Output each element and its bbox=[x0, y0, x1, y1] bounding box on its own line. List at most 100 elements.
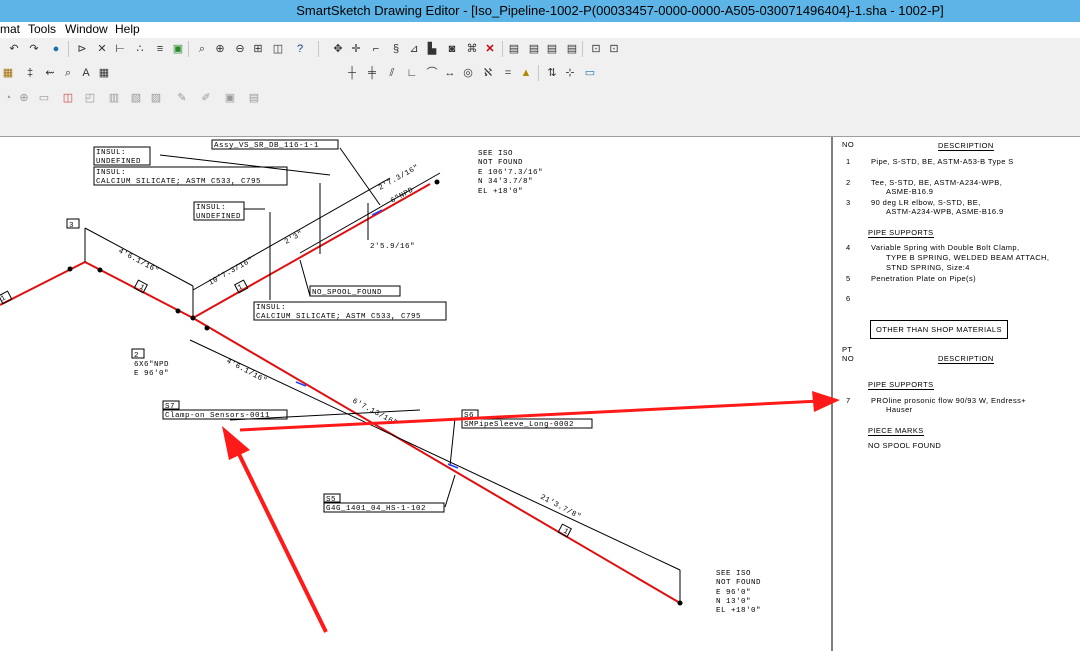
save-icon[interactable]: ▣ bbox=[222, 90, 238, 106]
svg-text:1: 1 bbox=[562, 528, 570, 537]
select-icon[interactable]: ⊳ bbox=[74, 41, 90, 57]
mirror-icon[interactable]: § bbox=[388, 41, 404, 57]
svg-text:INSUL:: INSUL: bbox=[96, 149, 126, 157]
delete-icon[interactable]: ✕ bbox=[482, 41, 498, 57]
title-bar: SmartSketch Drawing Editor - [Iso_Pipeli… bbox=[0, 0, 1080, 22]
frame-icon[interactable]: ◰ bbox=[82, 90, 98, 106]
svg-text:SEE ISO: SEE ISO bbox=[478, 150, 513, 158]
pipe-run bbox=[0, 183, 681, 604]
symbol-icon[interactable]: ℵ bbox=[480, 65, 496, 81]
line-icon[interactable]: ┼ bbox=[344, 65, 360, 81]
pen-icon[interactable]: ✎ bbox=[174, 90, 190, 106]
dim-icon[interactable]: ⊢ bbox=[112, 41, 128, 57]
svg-text:EL +18'0": EL +18'0" bbox=[716, 607, 761, 615]
split-icon[interactable]: ◫ bbox=[60, 90, 76, 106]
print-icon[interactable]: ▤ bbox=[246, 90, 262, 106]
svg-text:CALCIUM SILICATE; ASTM C533, C: CALCIUM SILICATE; ASTM C533, C795 bbox=[256, 313, 421, 321]
circle-icon[interactable]: ◔ bbox=[0, 90, 16, 106]
rotate-icon[interactable]: ✛ bbox=[348, 41, 364, 57]
no-spool-label: NO_SPOOL_FOUND bbox=[312, 289, 382, 297]
svg-text:S5: S5 bbox=[326, 496, 336, 504]
svg-text:UNDEFINED: UNDEFINED bbox=[96, 158, 141, 166]
ruler-icon[interactable]: ▦ bbox=[0, 65, 16, 81]
snap-icon[interactable]: ⊡ bbox=[588, 41, 604, 57]
help-icon[interactable]: ? bbox=[292, 41, 308, 57]
svg-text:N 34'3.7/8": N 34'3.7/8" bbox=[478, 178, 533, 186]
svg-text:3: 3 bbox=[69, 222, 74, 230]
layers-icon[interactable]: ≡ bbox=[152, 41, 168, 57]
break-icon[interactable]: ◙ bbox=[444, 41, 460, 57]
label-icon[interactable]: A bbox=[78, 65, 94, 81]
relate-icon[interactable]: ⇅ bbox=[544, 65, 560, 81]
menu-format[interactable]: mat bbox=[0, 22, 20, 36]
svg-text:NOT FOUND: NOT FOUND bbox=[716, 579, 761, 587]
arrow-icon[interactable]: ↔ bbox=[442, 65, 458, 81]
svg-text:10'7.3/16": 10'7.3/16" bbox=[208, 256, 256, 287]
parallel-icon[interactable]: ⫽ bbox=[384, 65, 400, 81]
text-icon[interactable]: ‡ bbox=[22, 65, 38, 81]
table-icon[interactable]: ▦ bbox=[96, 65, 112, 81]
angle-icon[interactable]: ∟ bbox=[404, 65, 420, 81]
menu-window[interactable]: Window bbox=[65, 22, 108, 36]
tangent-icon[interactable]: ⌒ bbox=[424, 65, 440, 81]
snap2-icon[interactable]: ⊡ bbox=[606, 41, 622, 57]
assy-label: Assy_VS_SR_DB_116-1-1 bbox=[214, 142, 319, 150]
svg-text:E 96'0": E 96'0" bbox=[716, 589, 751, 597]
copy-icon[interactable]: ⌘ bbox=[464, 41, 480, 57]
menu-bar: mat Tools Window Help bbox=[0, 22, 1080, 38]
front-icon[interactable]: ▤ bbox=[506, 41, 522, 57]
svg-text:SEE ISO: SEE ISO bbox=[716, 570, 751, 578]
svg-text:UNDEFINED: UNDEFINED bbox=[196, 213, 241, 221]
drawing-canvas[interactable]: Assy_VS_SR_DB_116-1-1 INSUL: UNDEFINED I… bbox=[0, 137, 1080, 651]
svg-text:EL +18'0": EL +18'0" bbox=[478, 188, 523, 196]
svg-text:CALCIUM SILICATE; ASTM C533, C: CALCIUM SILICATE; ASTM C533, C795 bbox=[96, 178, 261, 186]
rect-icon[interactable]: ▭ bbox=[36, 90, 52, 106]
svg-text:2'7.3/16": 2'7.3/16" bbox=[378, 164, 421, 193]
cross-icon[interactable]: ╪ bbox=[364, 65, 380, 81]
s5-label: G4G_1401_04_HS-1-102 bbox=[326, 505, 426, 513]
circle-point-icon[interactable]: ◎ bbox=[460, 65, 476, 81]
brush-icon[interactable]: ✐ bbox=[198, 90, 214, 106]
svg-text:21'3.7/8": 21'3.7/8" bbox=[539, 494, 583, 522]
menu-help[interactable]: Help bbox=[115, 22, 140, 36]
grid-icon[interactable]: ▤ bbox=[564, 41, 580, 57]
pan-icon[interactable]: ✥ bbox=[330, 41, 346, 57]
svg-text:2: 2 bbox=[134, 352, 139, 360]
zoom-out-icon[interactable]: ⊖ bbox=[232, 41, 248, 57]
svg-text:E 96'0": E 96'0" bbox=[134, 370, 169, 378]
view-icon[interactable]: ◫ bbox=[270, 41, 286, 57]
note-icon[interactable]: ▧ bbox=[128, 90, 144, 106]
undo-icon[interactable]: ↶ bbox=[6, 41, 22, 57]
tag-icon[interactable]: ▨ bbox=[148, 90, 164, 106]
align-icon[interactable]: ⊿ bbox=[406, 41, 422, 57]
svg-text:4'6.1/16": 4'6.1/16" bbox=[117, 248, 161, 276]
menu-tools[interactable]: Tools bbox=[28, 22, 56, 36]
paste-icon[interactable]: ▤ bbox=[544, 41, 560, 57]
fit-icon[interactable]: ⊞ bbox=[250, 41, 266, 57]
redo-icon[interactable]: ↷ bbox=[26, 41, 42, 57]
lock-icon[interactable]: ▲ bbox=[518, 65, 534, 81]
globe-icon[interactable]: ● bbox=[48, 41, 64, 57]
zoom-in-icon[interactable]: ⊕ bbox=[212, 41, 228, 57]
svg-text:INSUL:: INSUL: bbox=[196, 204, 226, 212]
connect-icon[interactable]: ⊹ bbox=[562, 65, 578, 81]
group-box-icon[interactable]: ▭ bbox=[582, 65, 598, 81]
chart-icon[interactable]: ▣ bbox=[170, 41, 186, 57]
back-icon[interactable]: ▤ bbox=[526, 41, 542, 57]
svg-text:N 13'0": N 13'0" bbox=[716, 598, 751, 606]
svg-text:4'6.1/16": 4'6.1/16" bbox=[225, 358, 269, 386]
x-select-icon[interactable]: ✕ bbox=[94, 41, 110, 57]
layer-icon[interactable]: ▥ bbox=[106, 90, 122, 106]
s7-label: Clamp-on Sensors-0011 bbox=[165, 412, 270, 420]
points-icon[interactable]: ∴ bbox=[132, 41, 148, 57]
trim-icon[interactable]: ⇜ bbox=[42, 65, 58, 81]
search-icon[interactable]: ⌕ bbox=[60, 65, 76, 81]
svg-text:NOT FOUND: NOT FOUND bbox=[478, 159, 523, 167]
equal-icon[interactable]: = bbox=[500, 65, 516, 81]
group-icon[interactable]: ▙ bbox=[424, 41, 440, 57]
scale-icon[interactable]: ⌐ bbox=[368, 41, 384, 57]
svg-text:S7: S7 bbox=[165, 403, 175, 411]
zoom-area-icon[interactable]: ⌕ bbox=[194, 41, 210, 57]
s6-label: SMPipeSleeve_Long-0002 bbox=[464, 421, 574, 429]
target-icon[interactable]: ⊕ bbox=[16, 90, 32, 106]
